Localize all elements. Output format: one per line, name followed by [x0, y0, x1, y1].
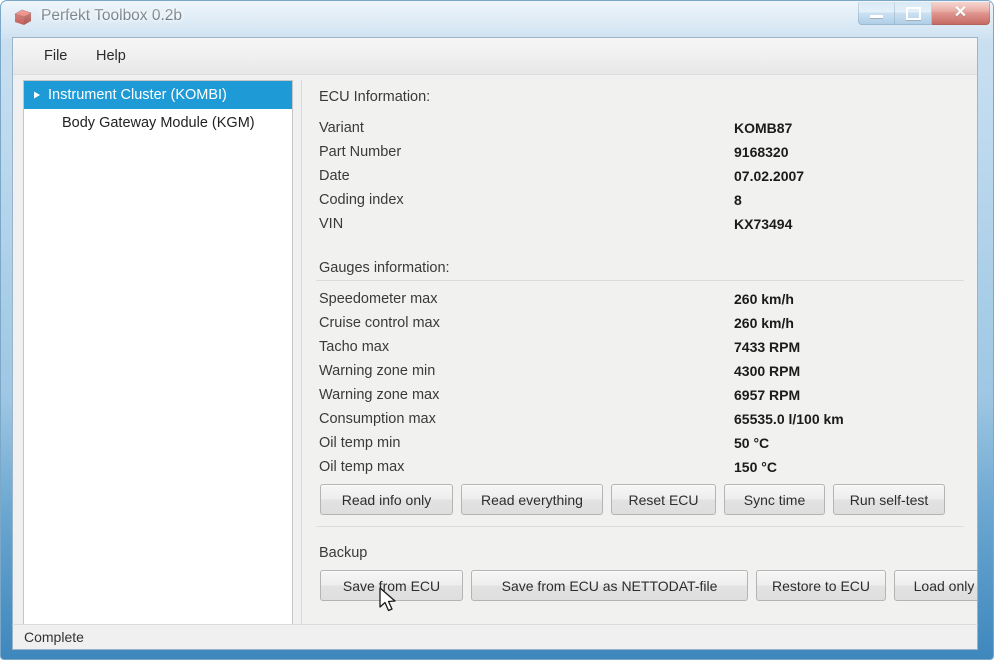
label-tacho-max: Tacho max — [319, 339, 390, 355]
window-title: Perfekt Toolbox 0.2b — [41, 7, 183, 24]
label-warning-zone-max: Warning zone max — [319, 387, 440, 403]
run-self-test-button[interactable]: Run self-test — [833, 484, 945, 515]
label-variant: Variant — [319, 120, 364, 136]
save-from-ecu-nettodat-button[interactable]: Save from ECU as NETTODAT-file — [471, 570, 748, 601]
status-message: Complete — [24, 629, 84, 645]
label-speedometer-max: Speedometer max — [319, 291, 438, 307]
value-part-number: 9168320 — [734, 144, 789, 160]
module-tree-panel[interactable]: Instrument Cluster (KOMBI) Body Gateway … — [23, 80, 293, 628]
label-warning-zone-min: Warning zone min — [319, 363, 436, 379]
close-button[interactable]: ✕ — [932, 2, 990, 25]
label-date: Date — [319, 168, 350, 184]
menu-item-help[interactable]: Help — [89, 47, 133, 65]
reset-ecu-button[interactable]: Reset ECU — [611, 484, 716, 515]
expand-triangle-icon — [32, 90, 48, 100]
menu-item-file[interactable]: File — [37, 47, 74, 65]
detail-panel: ECU Information: Variant KOMB87 Part Num… — [301, 80, 977, 628]
read-everything-button[interactable]: Read everything — [461, 484, 603, 515]
section-divider-2 — [316, 526, 964, 527]
red-cube-icon — [12, 8, 34, 28]
tree-item-label: Body Gateway Module (KGM) — [62, 115, 255, 131]
title-bar[interactable]: Perfekt Toolbox 0.2b ✕ — [1, 1, 993, 37]
backup-heading: Backup — [319, 545, 368, 561]
minimize-icon — [870, 14, 883, 18]
label-oil-temp-max: Oil temp max — [319, 459, 405, 475]
value-oil-temp-min: 50 °C — [734, 435, 770, 451]
gauges-information-heading: Gauges information: — [319, 260, 450, 276]
label-oil-temp-min: Oil temp min — [319, 435, 401, 451]
maximize-icon — [905, 6, 921, 20]
value-warning-zone-min: 4300 RPM — [734, 363, 801, 379]
value-consumption-max: 65535.0 l/100 km — [734, 411, 844, 427]
menu-bar: File Help — [13, 38, 977, 75]
label-vin: VIN — [319, 216, 344, 232]
value-cruise-control-max: 260 km/h — [734, 315, 794, 331]
restore-to-ecu-button[interactable]: Restore to ECU — [756, 570, 886, 601]
value-vin: KX73494 — [734, 216, 793, 232]
section-divider-1 — [316, 280, 964, 281]
close-icon: ✕ — [953, 4, 968, 21]
tree-item-body-gateway-module[interactable]: Body Gateway Module (KGM) — [24, 109, 292, 137]
client-area: File Help Instrument Cluster (KOMBI) Bod… — [12, 37, 978, 650]
tree-item-label: Instrument Cluster (KOMBI) — [48, 87, 227, 103]
save-from-ecu-button[interactable]: Save from ECU — [320, 570, 463, 601]
tree-item-instrument-cluster[interactable]: Instrument Cluster (KOMBI) — [24, 81, 292, 109]
sync-time-button[interactable]: Sync time — [724, 484, 825, 515]
label-cruise-control-max: Cruise control max — [319, 315, 440, 331]
label-part-number: Part Number — [319, 144, 402, 160]
value-tacho-max: 7433 RPM — [734, 339, 801, 355]
value-variant: KOMB87 — [734, 120, 793, 136]
value-speedometer-max: 260 km/h — [734, 291, 794, 307]
status-bar: Complete — [12, 624, 978, 650]
ecu-information-heading: ECU Information: — [319, 89, 431, 105]
value-oil-temp-max: 150 °C — [734, 459, 777, 475]
value-date: 07.02.2007 — [734, 168, 805, 184]
value-coding-index: 8 — [734, 192, 742, 208]
read-info-only-button[interactable]: Read info only — [320, 484, 453, 515]
label-coding-index: Coding index — [319, 192, 404, 208]
window-controls: ✕ — [858, 2, 990, 26]
maximize-button[interactable] — [895, 2, 932, 25]
label-consumption-max: Consumption max — [319, 411, 436, 427]
load-only-button[interactable]: Load only — [894, 570, 977, 601]
value-warning-zone-max: 6957 RPM — [734, 387, 801, 403]
minimize-button[interactable] — [858, 2, 895, 25]
application-window: Perfekt Toolbox 0.2b ✕ File Help Instrum… — [0, 0, 994, 660]
